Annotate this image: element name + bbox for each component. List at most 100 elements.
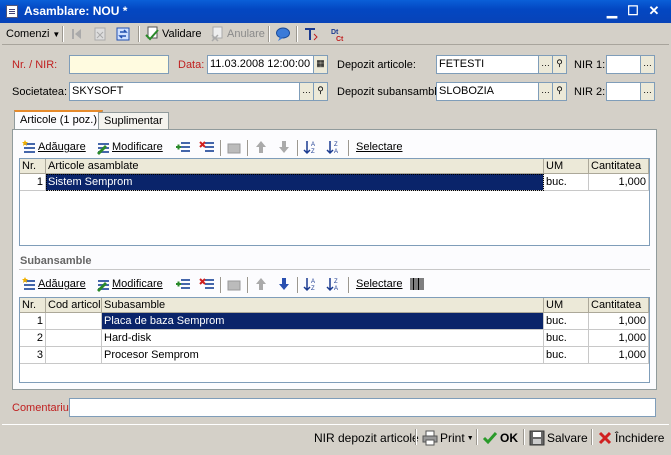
text-format-button[interactable] [303, 25, 319, 43]
column-header-nr[interactable]: Nr. [20, 298, 46, 313]
articole-move-down-button[interactable] [276, 138, 292, 156]
column-header-subasamble[interactable]: Subasamble [102, 298, 544, 313]
column-header-um[interactable]: UM [544, 298, 589, 313]
maximize-button[interactable]: ☐ [624, 3, 642, 20]
societatea-field[interactable]: SKYSOFT [69, 82, 300, 101]
column-header-nr[interactable]: Nr. [20, 159, 46, 174]
nir1-browse-button[interactable]: … [641, 55, 655, 74]
minimize-button[interactable]: ▁ [603, 3, 621, 20]
insert-row-icon [176, 142, 190, 152]
subansamble-selectare-button[interactable]: Selectare [356, 275, 402, 293]
save-disk-icon [529, 430, 545, 446]
subansamble-sort-desc-button[interactable]: ZA [326, 275, 342, 293]
row-cod [46, 330, 102, 347]
tab-articole[interactable]: Articole (1 poz.) [14, 110, 104, 130]
delete-record-button[interactable] [92, 25, 108, 43]
close-button[interactable]: ✕ [645, 3, 663, 20]
edit-row-icon [97, 143, 109, 155]
svg-text:A: A [334, 286, 338, 292]
validare-label: Validare [162, 28, 202, 40]
svg-text:Z: Z [311, 149, 315, 155]
nr-nir-label: Nr. / NIR: [12, 59, 58, 71]
subansamble-delete-button[interactable] [199, 275, 215, 293]
depozit-subansamble-search-button[interactable]: ⚲ [553, 82, 567, 101]
subansamble-adaugare-button[interactable]: Adăugare [21, 275, 86, 293]
row-subasamble[interactable]: Procesor Semprom [102, 347, 544, 364]
articole-adaugare-button[interactable]: Adăugare [21, 138, 86, 156]
salvare-button[interactable]: Salvare [529, 430, 588, 446]
row-articol[interactable]: Sistem Semprom [46, 174, 544, 191]
copy-disabled-icon [227, 143, 241, 154]
row-nr: 1 [20, 313, 46, 330]
section-divider [19, 269, 650, 270]
articole-selectare-button[interactable]: Selectare [356, 138, 402, 156]
first-record-button[interactable] [69, 25, 85, 43]
subansamble-copy-button[interactable] [226, 275, 242, 293]
ok-button[interactable]: OK [482, 430, 518, 446]
articole-sort-asc-button[interactable]: AZ [303, 138, 319, 156]
column-header-cantitate[interactable]: Cantitatea [589, 298, 649, 313]
subansamble-sort-asc-button[interactable]: AZ [303, 275, 319, 293]
articole-sort-desc-button[interactable]: ZA [326, 138, 342, 156]
articole-copy-button[interactable] [226, 138, 242, 156]
nir1-field[interactable] [606, 55, 641, 74]
comentariu-field[interactable] [69, 398, 656, 417]
societatea-browse-button[interactable]: … [300, 82, 314, 101]
adaugare-label: Adăugare [38, 278, 86, 290]
toolbar-separator [297, 140, 299, 156]
tab-suplimentar[interactable]: Suplimentar [98, 112, 169, 129]
column-header-cantitate[interactable]: Cantitatea [589, 159, 649, 174]
comentariu-label: Comentariu: [12, 402, 72, 414]
subansamble-move-down-button[interactable] [276, 275, 292, 293]
depozit-articole-browse-button[interactable]: … [539, 55, 553, 74]
validare-button[interactable]: Validare [144, 25, 202, 43]
anulare-button[interactable]: Anulare [209, 25, 265, 43]
title-bar[interactable]: Asamblare: NOU * ▁ ☐ ✕ [0, 0, 671, 23]
column-header-cod-articol[interactable]: Cod articol [46, 298, 102, 313]
ok-label: OK [500, 431, 518, 445]
articole-grid[interactable]: Nr. Articole asamblate UM Cantitatea 1 S… [19, 158, 650, 246]
comenzi-menu[interactable]: Comenzi ▼ [6, 25, 60, 43]
arrow-down-icon [279, 141, 289, 153]
debit-credit-button[interactable]: Dt Ct [330, 25, 346, 43]
calendar-button[interactable]: ▦ [314, 55, 328, 74]
subansamble-modificare-button[interactable]: Modificare [95, 275, 163, 293]
inchidere-button[interactable]: Închidere [597, 430, 664, 446]
subansamble-move-up-button[interactable] [253, 275, 269, 293]
toolbar-separator [297, 277, 299, 293]
societatea-search-button[interactable]: ⚲ [314, 82, 328, 101]
societatea-label: Societatea: [12, 86, 68, 98]
subansamble-grid[interactable]: Nr. Cod articol Subasamble UM Cantitatea… [19, 297, 650, 383]
date-field[interactable]: 11.03.2008 12:00:00 [207, 55, 314, 74]
print-button[interactable]: Print ▼ [422, 430, 474, 446]
nir2-browse-button[interactable]: … [641, 82, 655, 101]
articole-move-up-button[interactable] [253, 138, 269, 156]
depozit-subansamble-field[interactable]: SLOBOZIA [436, 82, 539, 101]
cancel-doc-icon [211, 26, 223, 42]
articole-insert-button[interactable] [175, 138, 191, 156]
column-header-articol[interactable]: Articole asamblate [46, 159, 544, 174]
depozit-subansamble-browse-button[interactable]: … [539, 82, 553, 101]
articole-delete-button[interactable] [199, 138, 215, 156]
edit-row-icon [97, 280, 109, 292]
sort-asc-icon: AZ [303, 141, 315, 155]
comment-button[interactable] [275, 25, 291, 43]
row-cod [46, 347, 102, 364]
barcode-button[interactable] [409, 275, 425, 293]
nr-nir-field[interactable] [69, 55, 169, 74]
subansamble-insert-button[interactable] [175, 275, 191, 293]
nir2-field[interactable] [606, 82, 641, 101]
row-subasamble[interactable]: Hard-disk [102, 330, 544, 347]
tab-panel: Adăugare Modificare AZ ZA Selectare Nr. … [12, 129, 657, 390]
selectare-label: Selectare [356, 278, 403, 290]
depozit-articole-label: Depozit articole: [337, 59, 416, 71]
refresh-button[interactable] [115, 25, 131, 43]
row-subasamble[interactable]: Placa de baza Semprom [102, 313, 544, 330]
row-nr: 3 [20, 347, 46, 364]
depozit-articole-field[interactable]: FETESTI [436, 55, 539, 74]
nir-depozit-button[interactable]: NIR depozit articole [314, 430, 419, 446]
articole-modificare-button[interactable]: Modificare [95, 138, 163, 156]
depozit-articole-search-button[interactable]: ⚲ [553, 55, 567, 74]
column-header-um[interactable]: UM [544, 159, 589, 174]
close-x-icon [598, 431, 612, 445]
